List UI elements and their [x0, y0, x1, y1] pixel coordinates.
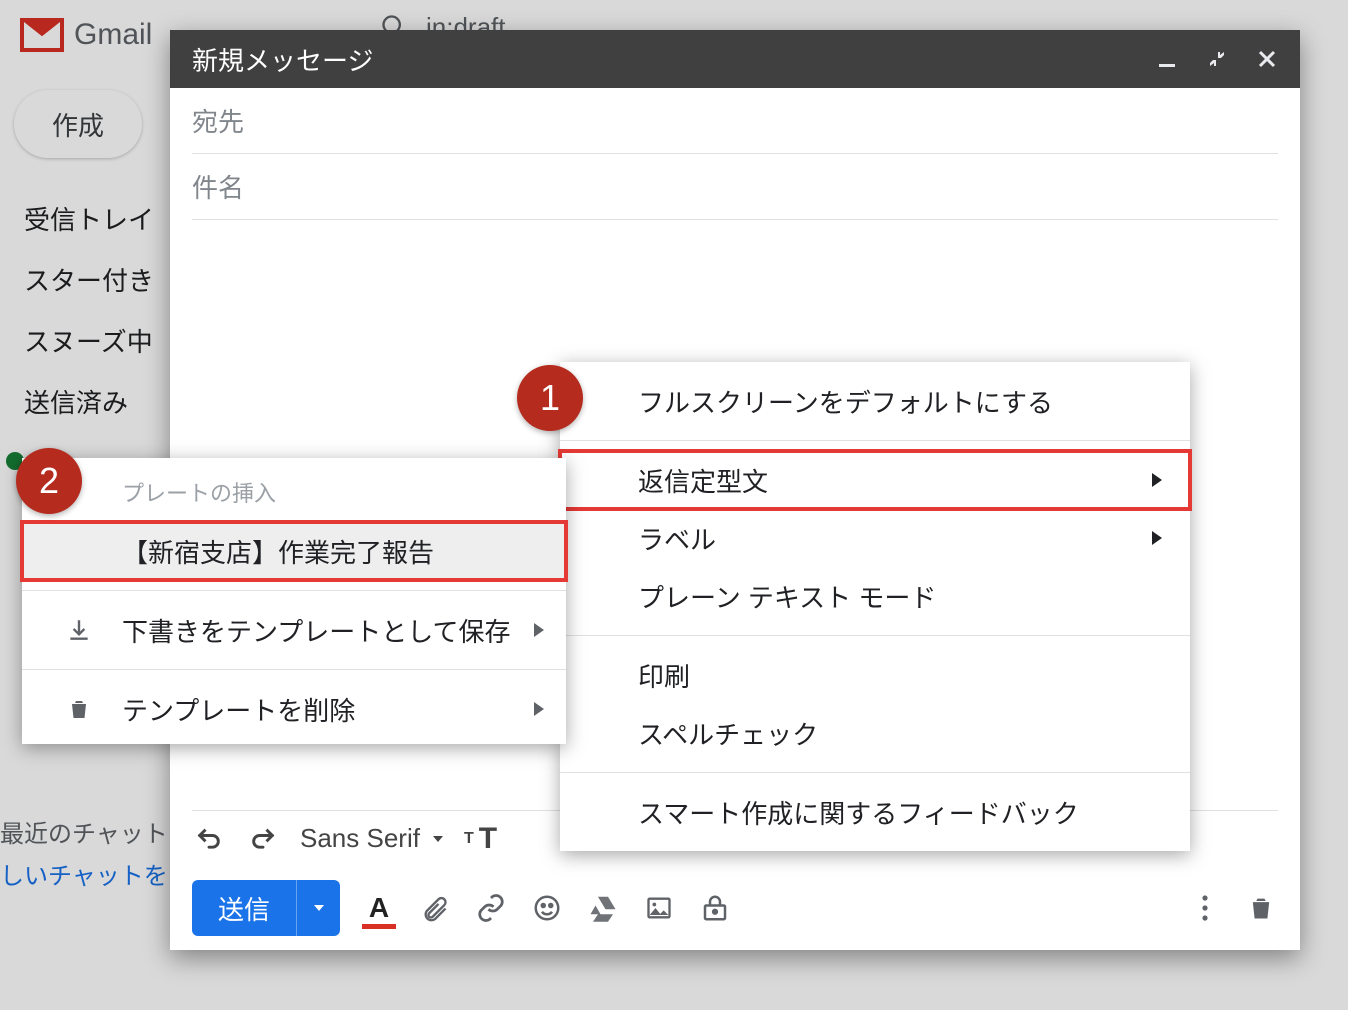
save-draft-as-template-label: 下書きをテンプレートとして保存 — [122, 612, 510, 649]
attach-file-icon[interactable] — [418, 891, 452, 925]
discard-draft-icon[interactable] — [1244, 891, 1278, 925]
menu-print[interactable]: 印刷 — [560, 646, 1190, 704]
close-icon[interactable] — [1256, 48, 1278, 70]
more-options-menu: フルスクリーンをデフォルトにする 返信定型文 ラベル プレーン テキスト モード… — [560, 362, 1190, 851]
menu-smart-compose-feedback[interactable]: スマート作成に関するフィードバック — [560, 783, 1190, 841]
menu-separator — [560, 635, 1190, 636]
compose-header[interactable]: 新規メッセージ — [170, 30, 1300, 88]
download-icon — [64, 615, 94, 645]
font-family-label: Sans Serif — [300, 823, 420, 854]
callout-badge-1: 1 — [517, 365, 583, 431]
menu-spellcheck[interactable]: スペルチェック — [560, 704, 1190, 762]
delete-template-label: テンプレートを削除 — [122, 691, 355, 728]
more-options-icon[interactable] — [1188, 891, 1222, 925]
undo-icon[interactable] — [192, 822, 226, 856]
subject-field[interactable]: 件名 — [192, 154, 1278, 220]
menu-separator — [22, 590, 566, 591]
insert-drive-icon[interactable] — [586, 891, 620, 925]
font-size-icon[interactable]: TT — [466, 822, 500, 856]
template-item[interactable]: 【新宿支店】作業完了報告 — [22, 522, 566, 580]
exit-fullscreen-icon[interactable] — [1206, 48, 1228, 70]
trash-icon — [64, 694, 94, 724]
insert-link-icon[interactable] — [474, 891, 508, 925]
font-family-select[interactable]: Sans Serif — [300, 823, 446, 854]
menu-separator — [560, 772, 1190, 773]
menu-canned-responses[interactable]: 返信定型文 — [560, 451, 1190, 509]
menu-fullscreen-default[interactable]: フルスクリーンをデフォルトにする — [560, 372, 1190, 430]
menu-separator — [22, 669, 566, 670]
insert-photo-icon[interactable] — [642, 891, 676, 925]
delete-template[interactable]: テンプレートを削除 — [22, 680, 566, 738]
compose-fields: 宛先 件名 — [170, 88, 1300, 220]
callout-badge-2: 2 — [16, 448, 82, 514]
save-draft-as-template[interactable]: 下書きをテンプレートとして保存 — [22, 601, 566, 659]
compose-title: 新規メッセージ — [192, 41, 373, 78]
compose-header-actions — [1156, 48, 1278, 70]
template-submenu: プレートの挿入 【新宿支店】作業完了報告 下書きをテンプレートとして保存 テンプ… — [22, 458, 566, 744]
menu-plain-text[interactable]: プレーン テキスト モード — [560, 567, 1190, 625]
text-color-icon[interactable]: A — [362, 891, 396, 925]
template-insert-header: プレートの挿入 — [22, 458, 566, 522]
send-button-label: 送信 — [192, 890, 296, 927]
send-button[interactable]: 送信 — [192, 880, 340, 936]
menu-label[interactable]: ラベル — [560, 509, 1190, 567]
chevron-down-icon — [430, 831, 446, 847]
menu-separator — [560, 440, 1190, 441]
compose-action-row: 送信 A — [170, 866, 1300, 950]
send-options-dropdown[interactable] — [296, 880, 340, 936]
subject-placeholder: 件名 — [192, 168, 244, 205]
to-placeholder: 宛先 — [192, 102, 244, 139]
redo-icon[interactable] — [246, 822, 280, 856]
confidential-mode-icon[interactable] — [698, 891, 732, 925]
minimize-icon[interactable] — [1156, 48, 1178, 70]
insert-emoji-icon[interactable] — [530, 891, 564, 925]
to-field[interactable]: 宛先 — [192, 88, 1278, 154]
